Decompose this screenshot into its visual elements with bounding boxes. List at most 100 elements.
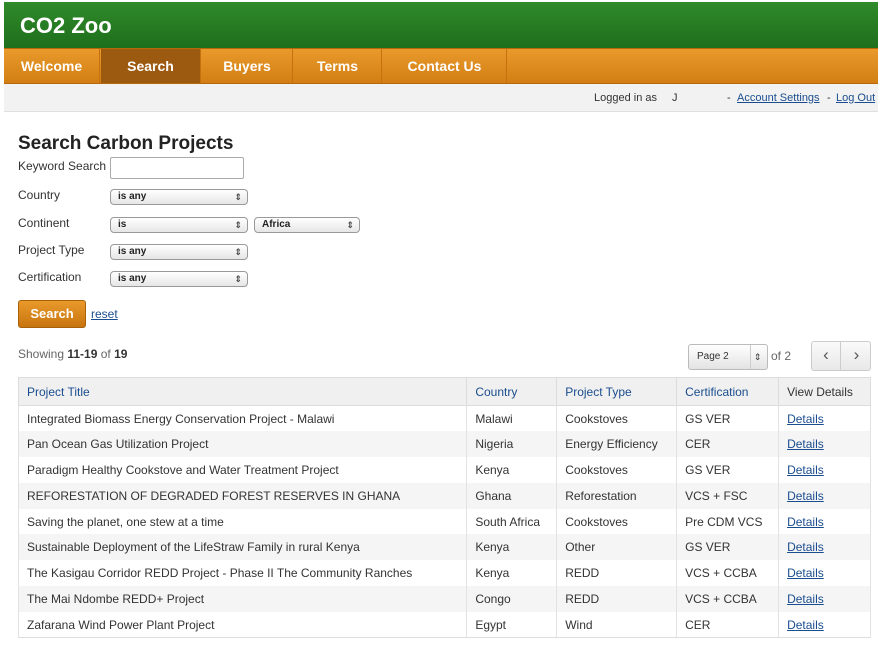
select-arrows-icon: ⇕ — [234, 274, 242, 284]
certification-operator-value: is any — [118, 273, 147, 284]
select-arrows-icon: ⇕ — [750, 345, 764, 369]
table-row: Paradigm Healthy Cookstove and Water Tre… — [17, 457, 871, 483]
page-select-value: Page 2 — [697, 351, 729, 362]
cell-country: Kenya — [466, 534, 558, 561]
project-type-operator-select[interactable]: is any ⇕ — [110, 244, 248, 260]
cell-country: Congo — [466, 586, 558, 612]
cell-certification: VCS + FSC — [676, 482, 780, 509]
nav-buyers[interactable]: Buyers — [202, 49, 293, 83]
cell-project-type: REDD — [556, 586, 678, 612]
select-arrows-icon: ⇕ — [234, 247, 242, 257]
cell-project-title: The Kasigau Corridor REDD Project - Phas… — [17, 560, 468, 587]
column-header-certification[interactable]: Certification — [676, 377, 780, 406]
details-link[interactable]: Details — [787, 618, 824, 632]
account-settings-link[interactable]: Account Settings — [737, 92, 820, 104]
nav-welcome[interactable]: Welcome — [4, 49, 100, 83]
table-row: Integrated Biomass Energy Conservation P… — [17, 405, 871, 432]
column-header-country[interactable]: Country — [466, 377, 558, 406]
column-header-project-title[interactable]: Project Title — [17, 377, 468, 406]
keyword-label: Keyword Search — [18, 159, 107, 173]
select-arrows-icon: ⇕ — [234, 192, 242, 202]
cell-country: Kenya — [466, 560, 558, 587]
prev-page-icon[interactable]: ‹ — [812, 342, 841, 370]
cell-project-type: REDD — [556, 560, 678, 587]
results-range: 11-19 — [67, 347, 98, 361]
results-summary: Showing 11-19 of 19 — [18, 347, 127, 361]
page-select[interactable]: Page 2 ⇕ — [688, 344, 768, 370]
cell-certification: CER — [676, 431, 780, 458]
site-title[interactable]: CO2 Zoo — [20, 13, 112, 39]
cell-project-title: Saving the planet, one stew at a time — [17, 508, 468, 535]
table-row: REFORESTATION OF DEGRADED FOREST RESERVE… — [17, 482, 871, 509]
logged-in-label: Logged in as — [594, 92, 657, 104]
details-link[interactable]: Details — [787, 489, 824, 503]
cell-project-type: Cookstoves — [556, 457, 678, 483]
nav-contact-us[interactable]: Contact Us — [383, 49, 507, 83]
details-link[interactable]: Details — [787, 463, 824, 477]
details-link[interactable]: Details — [787, 592, 824, 606]
user-name: J — [672, 92, 678, 104]
table-row: Pan Ocean Gas Utilization Project Nigeria… — [17, 431, 871, 458]
cell-project-type: Other — [556, 534, 678, 561]
cell-project-title: REFORESTATION OF DEGRADED FOREST RESERVE… — [17, 482, 468, 509]
cell-certification: GS VER — [676, 405, 780, 432]
details-link[interactable]: Details — [787, 412, 824, 426]
details-link[interactable]: Details — [787, 437, 824, 451]
of-label: of — [100, 347, 111, 361]
pager-buttons: ‹ › — [811, 341, 871, 371]
column-header-view-details: View Details — [778, 377, 871, 406]
reset-link[interactable]: reset — [91, 307, 118, 321]
certification-operator-select[interactable]: is any ⇕ — [110, 271, 248, 287]
table-row: Sustainable Deployment of the LifeStraw … — [17, 534, 871, 561]
continent-operator-select[interactable]: is ⇕ — [110, 217, 248, 233]
cell-country: Ghana — [466, 482, 558, 509]
showing-label: Showing — [18, 347, 65, 361]
continent-value-select[interactable]: Africa ⇕ — [254, 217, 360, 233]
select-arrows-icon: ⇕ — [346, 220, 354, 230]
cell-project-title: The Mai Ndombe REDD+ Project — [17, 586, 468, 612]
cell-certification: Pre CDM VCS — [676, 508, 780, 535]
next-page-icon[interactable]: › — [842, 342, 871, 370]
cell-country: Egypt — [466, 611, 558, 638]
cell-project-type: Cookstoves — [556, 405, 678, 432]
cell-view-details: Details — [778, 431, 871, 458]
details-link[interactable]: Details — [787, 566, 824, 580]
nav-search[interactable]: Search — [101, 49, 201, 83]
search-button[interactable]: Search — [18, 300, 86, 328]
details-link[interactable]: Details — [787, 540, 824, 554]
logout-link[interactable]: Log Out — [836, 92, 875, 104]
cell-project-title: Integrated Biomass Energy Conservation P… — [17, 405, 468, 432]
cell-certification: CER — [676, 611, 780, 638]
results-total: 19 — [114, 347, 128, 361]
cell-project-title: Sustainable Deployment of the LifeStraw … — [17, 534, 468, 561]
column-header-project-type[interactable]: Project Type — [556, 377, 678, 406]
certification-label: Certification — [18, 270, 82, 284]
nav-terms[interactable]: Terms — [294, 49, 382, 83]
table-row: The Kasigau Corridor REDD Project - Phas… — [17, 560, 871, 587]
continent-label: Continent — [18, 216, 70, 230]
country-operator-select[interactable]: is any ⇕ — [110, 189, 248, 205]
separator: - — [827, 92, 831, 104]
cell-certification: GS VER — [676, 534, 780, 561]
keyword-search-input[interactable] — [110, 157, 244, 179]
table-row: Zafarana Wind Power Plant Project Egypt Wi… — [17, 611, 871, 638]
select-arrows-icon: ⇕ — [234, 220, 242, 230]
cell-project-title: Zafarana Wind Power Plant Project — [17, 611, 468, 638]
user-bar: Logged in as J - Account Settings - Log … — [4, 84, 878, 112]
page-count: of 2 — [771, 349, 792, 363]
separator: - — [727, 92, 731, 104]
cell-certification: VCS + CCBA — [676, 560, 780, 587]
project-type-operator-value: is any — [118, 246, 147, 257]
continent-value: Africa — [262, 219, 291, 230]
project-type-label: Project Type — [18, 243, 85, 257]
main-nav: Welcome Search Buyers Terms Contact Us — [4, 48, 878, 84]
page-title: Search Carbon Projects — [18, 133, 234, 154]
cell-country: South Africa — [466, 508, 558, 535]
details-link[interactable]: Details — [787, 515, 824, 529]
country-operator-value: is any — [118, 191, 147, 202]
cell-project-type: Energy Efficiency — [556, 431, 678, 458]
cell-project-type: Cookstoves — [556, 508, 678, 535]
cell-view-details: Details — [778, 457, 871, 483]
continent-operator-value: is — [118, 219, 127, 230]
cell-country: Malawi — [466, 405, 558, 432]
